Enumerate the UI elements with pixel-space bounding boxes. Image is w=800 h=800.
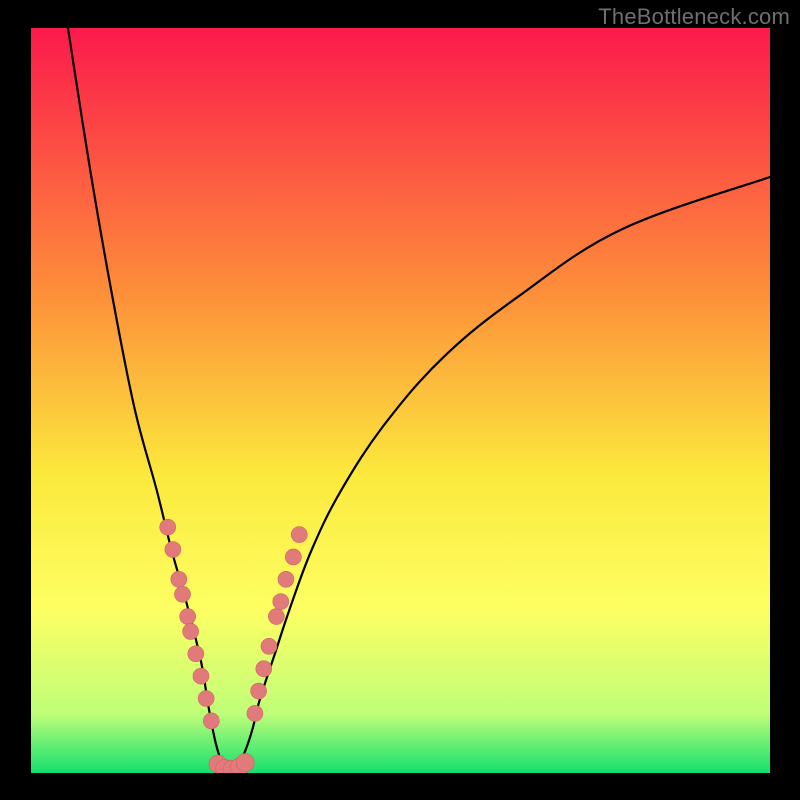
highlight-dot [247,705,263,721]
highlight-dot [273,594,289,610]
highlight-dot [251,683,267,699]
highlight-dots-bottom [209,754,254,773]
highlight-dot [285,549,301,565]
highlight-dots-left [160,519,220,729]
chart-svg [31,28,770,773]
highlight-dot [278,571,294,587]
highlight-dot [180,609,196,625]
curve-left-branch [68,28,231,773]
highlight-dot [261,638,277,654]
highlight-dot [160,519,176,535]
highlight-dot [193,668,209,684]
highlight-dot [236,754,254,772]
highlight-dot [198,691,214,707]
highlight-dot [291,527,307,543]
curve-right-branch [231,177,770,773]
highlight-dot [174,586,190,602]
chart-frame: TheBottleneck.com [0,0,800,800]
plot-area [31,28,770,773]
highlight-dots-right [247,527,307,722]
highlight-dot [165,542,181,558]
highlight-dot [183,623,199,639]
watermark-text: TheBottleneck.com [598,4,790,30]
highlight-dot [171,571,187,587]
highlight-dot [203,713,219,729]
highlight-dot [188,646,204,662]
highlight-dot [256,661,272,677]
highlight-dot [268,609,284,625]
